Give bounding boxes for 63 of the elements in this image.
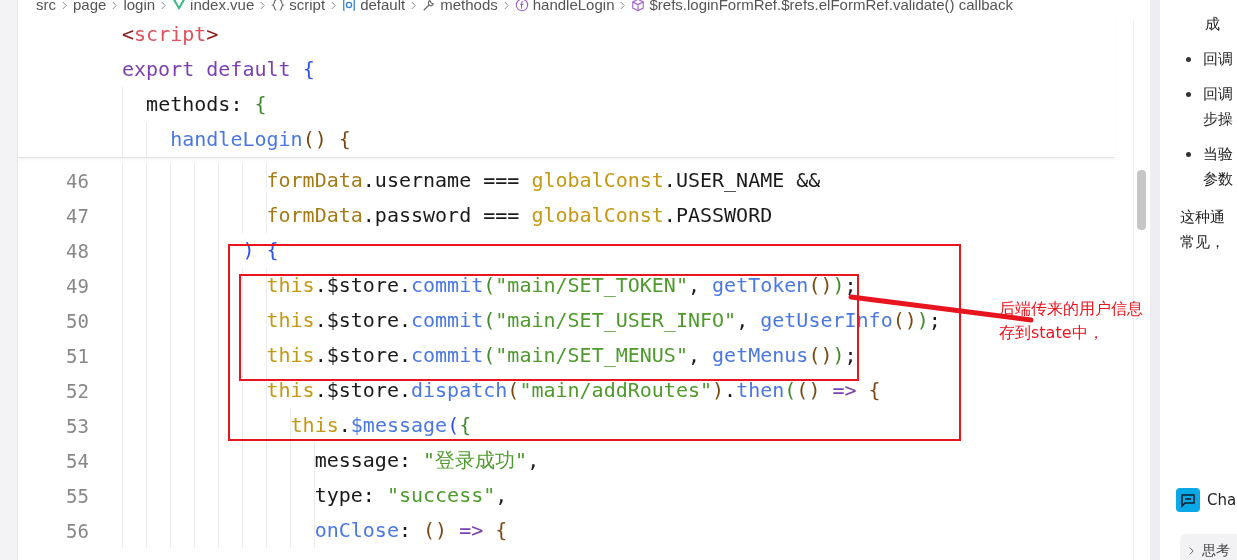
line-number: 52	[66, 379, 89, 402]
line-number: 55	[66, 484, 89, 507]
module-icon	[342, 0, 357, 12]
line-number: 46	[66, 169, 89, 192]
line-number: 48	[66, 239, 89, 262]
breadcrumb-item[interactable]: script	[289, 0, 326, 13]
code-line: this.$message({	[290, 412, 472, 439]
breadcrumb-item[interactable]: default	[360, 0, 406, 13]
code-line: this.$store.dispatch("main/addRoutes").then(() => {	[266, 377, 881, 404]
panel-text: 参数	[1203, 169, 1233, 190]
code-line: handleLogin() {	[170, 126, 351, 153]
line-number: 54	[66, 449, 89, 472]
chevron-icon	[330, 0, 338, 11]
chevron-icon	[160, 0, 168, 11]
line-number: 53	[66, 414, 89, 437]
cube-icon	[631, 0, 646, 12]
line-number: 49	[66, 274, 89, 297]
bullet-icon	[1186, 57, 1191, 62]
scrollbar-thumb[interactable]	[1137, 170, 1146, 230]
code-line: formData.password === globalConst.PASSWORD	[266, 202, 773, 229]
chevron-icon	[1188, 546, 1195, 556]
code-line: this.$store.commit("main/SET_TOKEN", getToken());	[266, 272, 857, 299]
chevron-icon	[619, 0, 627, 11]
chevron-icon	[410, 0, 418, 11]
code-line: message: "登录成功",	[314, 447, 540, 474]
code-line: formData.username === globalConst.USER_NAME &&	[266, 167, 821, 194]
breadcrumb-item[interactable]: methods	[440, 0, 498, 13]
panel-text: 回调	[1203, 49, 1233, 70]
chevron-icon	[111, 0, 119, 11]
function-icon	[514, 0, 529, 12]
chevron-icon	[502, 0, 510, 11]
chevron-icon	[259, 0, 267, 11]
bullet-icon	[1186, 92, 1191, 97]
panel-text: 这种通	[1180, 207, 1225, 228]
thinking-chip[interactable]: 思考	[1180, 534, 1237, 560]
panel-text: 常见，	[1180, 232, 1225, 253]
breadcrumb-item[interactable]: index.vue	[190, 0, 255, 13]
panel-text: 步操	[1203, 109, 1233, 130]
chat-link[interactable]: Cha	[1207, 491, 1237, 509]
code-line: <script>	[122, 21, 219, 48]
code-line: export default {	[122, 56, 315, 83]
chat-icon[interactable]	[1176, 488, 1200, 512]
code-line: type: "success",	[314, 482, 508, 509]
braces-icon	[271, 0, 286, 12]
vue-icon	[172, 0, 187, 12]
breadcrumb-item[interactable]: handleLogin	[532, 0, 615, 13]
annotation-text: 存到state中，	[999, 322, 1105, 344]
breadcrumb-item[interactable]: page	[73, 0, 107, 13]
breadcrumb-item[interactable]: src	[36, 0, 56, 13]
panel-text: 当验	[1203, 144, 1233, 165]
breadcrumb-item[interactable]: login	[123, 0, 156, 13]
line-number: 47	[66, 204, 89, 227]
line-number: 56	[66, 519, 89, 542]
bullet-icon	[1186, 152, 1191, 157]
line-number: 51	[66, 344, 89, 367]
wrench-icon	[422, 0, 437, 12]
line-number: 50	[66, 309, 89, 332]
code-line: this.$store.commit("main/SET_MENUS", getMenus());	[266, 342, 857, 369]
chevron-icon	[61, 0, 68, 11]
panel-text: 成	[1205, 14, 1220, 35]
code-line: onClose: () => {	[314, 517, 508, 544]
code-line: methods: {	[146, 91, 267, 118]
panel-text: 回调	[1203, 84, 1233, 105]
